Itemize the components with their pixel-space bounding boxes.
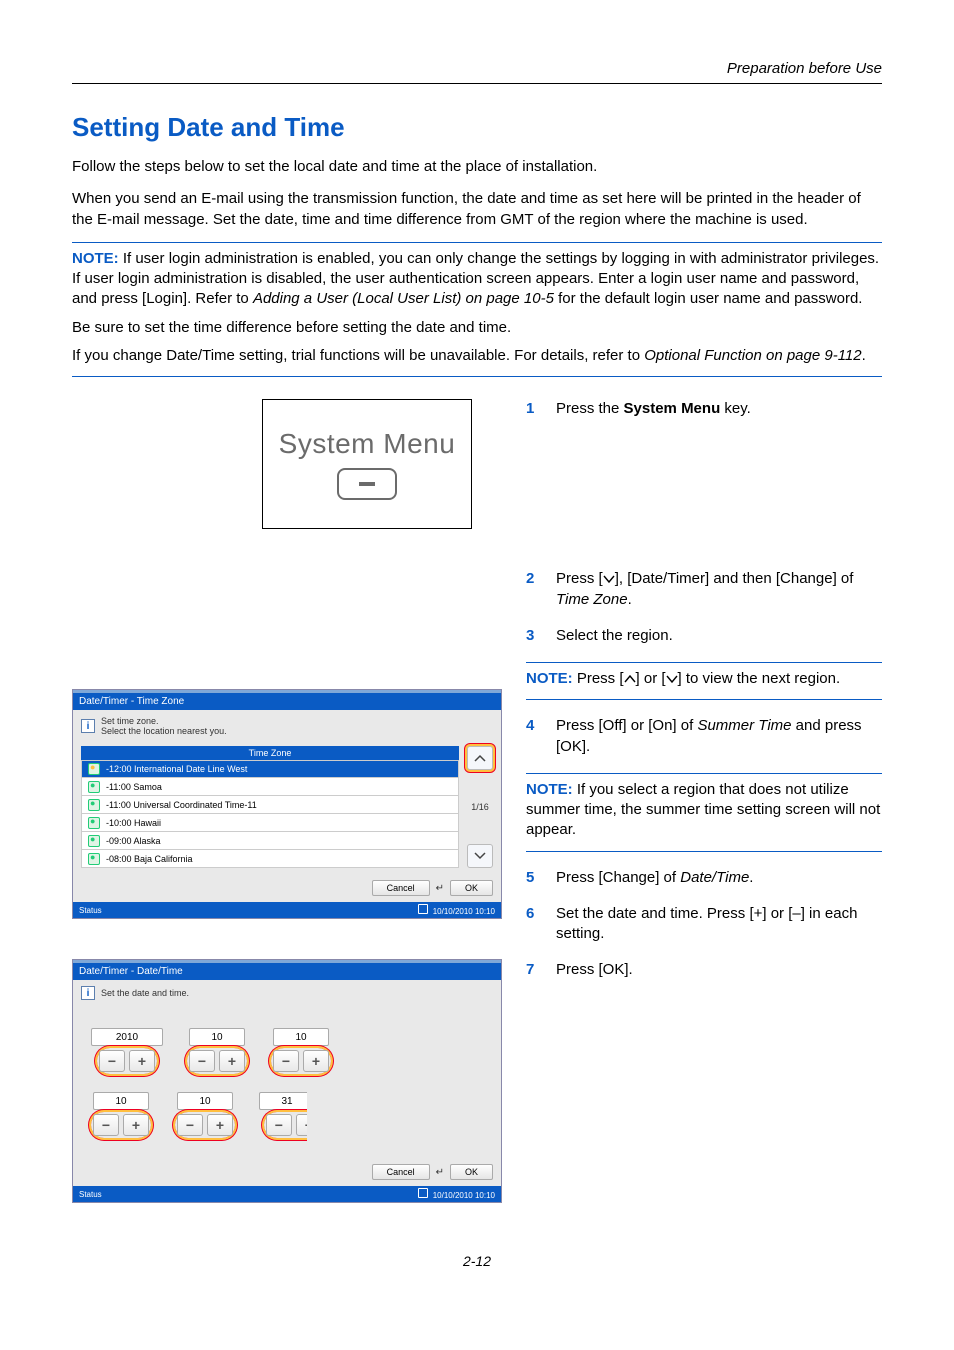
scroll-down-button[interactable] (467, 844, 493, 868)
minute-value: 10 (177, 1092, 233, 1110)
system-menu-key-icon (337, 468, 397, 500)
month-plus-button[interactable]: + (219, 1050, 245, 1072)
timezone-column-header: Time Zone (81, 746, 459, 760)
step-number-6: 6 (526, 904, 542, 945)
step-4-text: Press [Off] or [On] of Summer Time and p… (556, 716, 882, 757)
step-number-3: 3 (526, 626, 542, 646)
timezone-hint: Set time zone. Select the location neare… (101, 716, 227, 736)
cancel-button[interactable]: Cancel (372, 1164, 430, 1180)
globe-icon (88, 781, 100, 793)
year-value: 2010 (91, 1028, 163, 1046)
timezone-row-3[interactable]: -10:00 Hawaii (81, 814, 459, 832)
step-number-1: 1 (526, 399, 542, 419)
note-block-summer: NOTE: If you select a region that does n… (526, 773, 882, 852)
status-icon (418, 904, 428, 914)
system-menu-label: System Menu (279, 428, 456, 460)
intro-paragraph-2: When you send an E-mail using the transm… (72, 189, 882, 230)
day-plus-button[interactable]: + (303, 1050, 329, 1072)
hour-value: 10 (93, 1092, 149, 1110)
ok-button[interactable]: OK (450, 1164, 493, 1180)
page-title: Setting Date and Time (72, 112, 882, 143)
status-timestamp: 10/10/2010 10:10 (433, 1191, 495, 1200)
note-line3a: If you change Date/Time setting, trial f… (72, 347, 644, 364)
step-number-5: 5 (526, 868, 542, 888)
note-label: NOTE: (526, 670, 573, 687)
step-5-text: Press [Change] of Date/Time. (556, 868, 753, 888)
datetime-hint: Set the date and time. (101, 988, 189, 998)
info-icon: i (81, 719, 95, 733)
globe-icon (88, 763, 100, 775)
month-value: 10 (189, 1028, 245, 1046)
timezone-row-0[interactable]: -12:00 International Date Line West (81, 760, 459, 778)
note-label: NOTE: (526, 781, 573, 798)
cancel-button[interactable]: Cancel (372, 880, 430, 896)
hour-plus-button[interactable]: + (123, 1114, 149, 1136)
note-line3b: Optional Function on page 9-112 (644, 347, 861, 364)
enter-icon: ↵ (436, 883, 444, 894)
note-line1c: for the default login user name and pass… (554, 290, 863, 307)
page-indicator: 1/16 (471, 802, 489, 812)
step-1-text: Press the System Menu key. (556, 399, 751, 419)
timezone-row-1[interactable]: -11:00 Samoa (81, 778, 459, 796)
note-block-main: NOTE: If user login administration is en… (72, 242, 882, 377)
globe-icon (88, 853, 100, 865)
globe-icon (88, 799, 100, 811)
step-number-7: 7 (526, 960, 542, 980)
day-minus-button[interactable]: − (273, 1050, 299, 1072)
step-3-text: Select the region. (556, 626, 673, 646)
page-number: 2-12 (72, 1253, 882, 1269)
timezone-row-5[interactable]: -08:00 Baja California (81, 850, 459, 868)
note-line2: Be sure to set the time difference befor… (72, 318, 882, 338)
datetime-panel: Date/Timer - Date/Time i Set the date an… (72, 959, 502, 1203)
chevron-up-icon (624, 674, 636, 684)
running-head: Preparation before Use (72, 60, 882, 84)
timezone-panel: Date/Timer - Time Zone i Set time zone. … (72, 689, 502, 919)
step-number-2: 2 (526, 569, 542, 610)
chevron-down-icon (666, 674, 678, 684)
enter-icon: ↵ (436, 1167, 444, 1178)
note-summer-text: If you select a region that does not uti… (526, 781, 880, 839)
note-line3c: . (862, 347, 866, 364)
note-block-region: NOTE: Press [] or [] to view the next re… (526, 662, 882, 700)
second-suffix: ond (317, 1094, 329, 1101)
second-plus-button[interactable]: + (296, 1114, 322, 1136)
timezone-row-4[interactable]: -09:00 Alaska (81, 832, 459, 850)
chevron-down-icon (474, 852, 486, 860)
datetime-panel-title: Date/Timer - Date/Time (73, 963, 501, 980)
note-label: NOTE: (72, 250, 119, 267)
day-value: 10 (273, 1028, 329, 1046)
chevron-up-icon (474, 754, 486, 762)
timezone-panel-title: Date/Timer - Time Zone (73, 693, 501, 710)
globe-icon (88, 817, 100, 829)
step-6-text: Set the date and time. Press [+] or [–] … (556, 904, 882, 945)
system-menu-key-graphic: System Menu (262, 399, 472, 529)
chevron-down-icon (603, 574, 615, 584)
timezone-row-2[interactable]: -11:00 Universal Coordinated Time-11 (81, 796, 459, 814)
second-value: 31 (259, 1092, 315, 1110)
month-minus-button[interactable]: − (189, 1050, 215, 1072)
scroll-up-button[interactable] (467, 746, 493, 770)
year-minus-button[interactable]: − (99, 1050, 125, 1072)
status-icon (418, 1188, 428, 1198)
step-number-4: 4 (526, 716, 542, 757)
minute-minus-button[interactable]: − (177, 1114, 203, 1136)
year-plus-button[interactable]: + (129, 1050, 155, 1072)
step-7-text: Press [OK]. (556, 960, 633, 980)
second-minus-button[interactable]: − (266, 1114, 292, 1136)
step-2-text: Press [], [Date/Timer] and then [Change]… (556, 569, 882, 610)
minute-plus-button[interactable]: + (207, 1114, 233, 1136)
info-icon: i (81, 986, 95, 1000)
note-line1b: Adding a User (Local User List) on page … (253, 290, 554, 307)
status-timestamp: 10/10/2010 10:10 (433, 907, 495, 916)
hour-minus-button[interactable]: − (93, 1114, 119, 1136)
status-label: Status (79, 906, 102, 915)
globe-icon (88, 835, 100, 847)
status-label: Status (79, 1190, 102, 1199)
intro-paragraph-1: Follow the steps below to set the local … (72, 157, 882, 177)
ok-button[interactable]: OK (450, 880, 493, 896)
